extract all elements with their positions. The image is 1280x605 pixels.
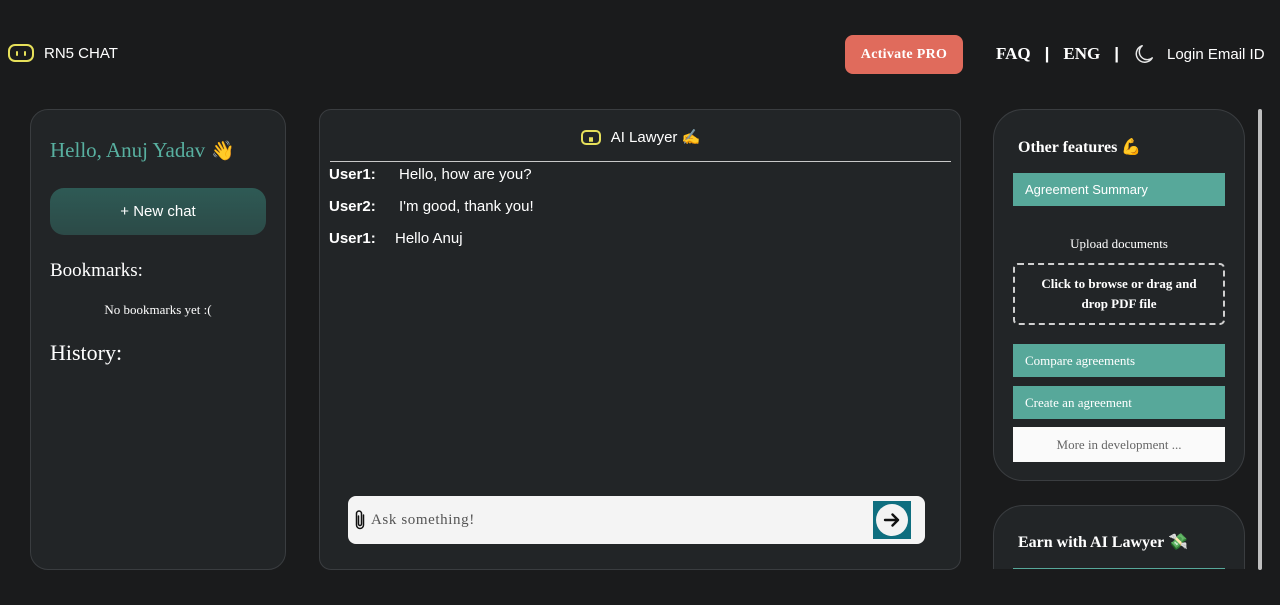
more-in-development-notice: More in development ...	[1013, 427, 1225, 462]
chat-title-text: AI Lawyer	[610, 129, 678, 146]
send-button[interactable]	[873, 501, 911, 539]
earn-button-edge[interactable]	[1013, 568, 1225, 569]
create-agreement-button[interactable]: Create an agreement	[1013, 386, 1225, 419]
language-selector[interactable]: ENG	[1063, 44, 1100, 64]
message: User1: Hello Anuj	[329, 230, 534, 262]
waving-hand-icon: 👋	[211, 141, 235, 162]
ask-input[interactable]	[371, 508, 861, 532]
robot-face-icon	[580, 130, 601, 145]
history-heading: History:	[50, 340, 123, 365]
activate-pro-button[interactable]: Activate PRO	[845, 35, 963, 74]
flexed-biceps-icon: 💪	[1121, 139, 1142, 156]
message-list: User1: Hello, how are you? User2: I'm go…	[329, 166, 534, 262]
writing-hand-icon: ✍️	[681, 129, 701, 146]
top-navigation: FAQ | ENG | Login Email ID	[996, 41, 1265, 67]
pdf-dropzone[interactable]: Click to browse or drag and drop PDF fil…	[1013, 263, 1225, 325]
earn-title-text: Earn with AI Lawyer	[1018, 534, 1164, 551]
message-sender: User1:	[329, 230, 376, 247]
brand-name: RN5 CHAT	[44, 44, 118, 62]
robot-face-icon	[8, 44, 34, 62]
paperclip-icon[interactable]	[352, 509, 368, 531]
features-title-text: Other features	[1018, 139, 1118, 156]
message: User1: Hello, how are you?	[329, 166, 534, 198]
page-scrollbar[interactable]	[1258, 109, 1262, 570]
chat-input-bar	[348, 496, 925, 544]
message-text: Hello, how are you?	[399, 166, 532, 183]
agreement-summary-button[interactable]: Agreement Summary	[1013, 173, 1225, 206]
chat-title: AI Lawyer ✍️	[611, 128, 701, 146]
nav-separator: |	[1044, 44, 1050, 63]
upload-documents-label: Upload documents	[1070, 236, 1168, 251]
faq-link[interactable]: FAQ	[996, 44, 1031, 64]
send-button-face	[876, 504, 908, 536]
message: User2: I'm good, thank you!	[329, 198, 534, 230]
features-panel: Other features 💪 Agreement Summary Uploa…	[993, 109, 1245, 481]
money-wings-icon: 💸	[1167, 534, 1188, 551]
greeting: Hello, Anuj Yadav 👋	[50, 138, 235, 163]
compare-agreements-button[interactable]: Compare agreements	[1013, 344, 1225, 377]
sidebar-panel: Hello, Anuj Yadav 👋 + New chat Bookmarks:…	[30, 109, 286, 570]
features-title: Other features 💪	[1018, 137, 1141, 157]
greeting-text: Hello, Anuj Yadav	[50, 138, 206, 162]
bookmarks-heading: Bookmarks:	[50, 260, 143, 281]
brand[interactable]: RN5 CHAT	[8, 44, 118, 62]
login-email-link[interactable]: Login Email ID	[1167, 46, 1265, 63]
chat-header: AI Lawyer ✍️	[330, 128, 951, 162]
nav-separator: |	[1114, 44, 1119, 63]
message-text: I'm good, thank you!	[399, 198, 534, 215]
chat-panel: AI Lawyer ✍️ User1: Hello, how are you? …	[319, 109, 961, 570]
message-text: Hello Anuj	[395, 230, 463, 247]
bookmarks-empty-text: No bookmarks yet :(	[104, 302, 212, 317]
earn-title: Earn with AI Lawyer 💸	[1018, 532, 1188, 552]
new-chat-button[interactable]: + New chat	[50, 188, 266, 235]
arrow-right-icon	[883, 513, 900, 527]
moon-icon[interactable]	[1133, 43, 1155, 65]
message-sender: User2:	[329, 198, 376, 215]
message-sender: User1:	[329, 166, 376, 183]
earn-panel: Earn with AI Lawyer 💸	[993, 505, 1245, 569]
